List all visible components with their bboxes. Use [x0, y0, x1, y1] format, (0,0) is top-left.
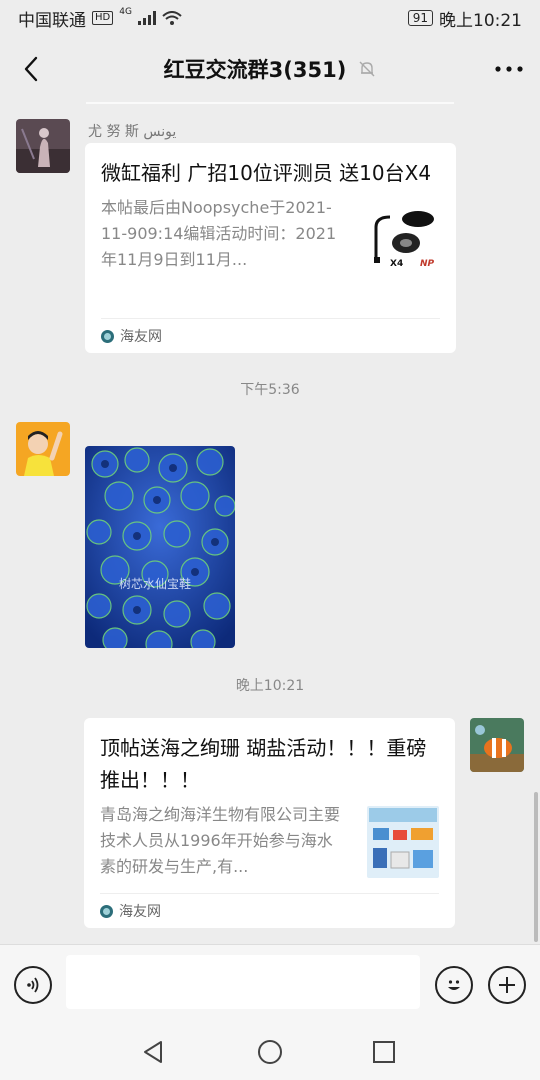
source-name: 海友网: [119, 904, 161, 920]
status-left: 中国联通 HD 4G: [18, 6, 182, 31]
link-card-thumbnail: [367, 806, 439, 878]
source-name: 海友网: [120, 329, 162, 345]
square-recents-icon: [373, 1041, 395, 1063]
message-input[interactable]: [66, 955, 420, 1009]
plus-icon: [499, 977, 515, 993]
chat-title: 红豆交流群3(351): [164, 54, 377, 84]
emoji-button[interactable]: [435, 966, 473, 1004]
system-nav-bar: [0, 1024, 540, 1080]
more-functions-button[interactable]: [488, 966, 526, 1004]
avatar-image: [16, 422, 70, 476]
more-button[interactable]: [492, 52, 526, 86]
nav-back-button[interactable]: [138, 1036, 170, 1068]
nav-recents-button[interactable]: [368, 1036, 400, 1068]
image-message[interactable]: 树芯水仙宝鞋: [85, 446, 235, 648]
source-logo-icon: [101, 329, 114, 343]
avatar[interactable]: [470, 718, 524, 772]
source-logo-icon: [100, 904, 113, 918]
timestamp: 下午5:36: [240, 382, 300, 398]
nav-home-button[interactable]: [254, 1036, 286, 1068]
wifi-icon: [162, 11, 182, 25]
chat-header: 红豆交流群3(351): [0, 36, 540, 102]
previous-card-edge: [86, 102, 454, 104]
circle-home-icon: [258, 1040, 282, 1064]
link-card-description: 青岛海之绚海洋生物有限公司主要技术人员从1996年开始参与海水素的研发与生产,有…: [100, 805, 341, 876]
avatar[interactable]: [16, 119, 70, 173]
link-card-title: 微缸福利 广招10位评测员 送10台X4: [101, 161, 432, 185]
scrollbar[interactable]: [534, 792, 538, 942]
input-bar: [0, 944, 540, 1025]
link-card-description: 本帖最后由Noopsyche于2021-11-909:14编辑活动时间：2021…: [101, 198, 337, 269]
avatar[interactable]: [16, 422, 70, 476]
voice-icon: [27, 977, 39, 993]
status-right: 91 晚上10:21: [407, 6, 522, 31]
chat-title-text: 红豆交流群3(351): [163, 58, 347, 82]
more-dots-icon: [495, 66, 523, 72]
battery-icon: 91: [407, 10, 433, 26]
image-caption: 树芯水仙宝鞋: [119, 576, 191, 591]
chat-area[interactable]: 尤 努 斯 يونس 微缸福利 广招10位评测员 送10台X4 本帖最后由Noo…: [0, 102, 540, 944]
mute-bell-icon: [359, 61, 375, 77]
network-type: 4G: [119, 7, 132, 17]
sender-name: 尤 努 斯 يونس: [88, 124, 177, 140]
hd-badge: HD: [92, 11, 114, 25]
emoji-icon: [448, 980, 460, 990]
carrier-label: 中国联通: [18, 10, 86, 31]
link-card-source: 海友网: [100, 893, 439, 928]
avatar-image: [16, 119, 70, 173]
chevron-left-icon: [24, 56, 38, 82]
status-bar: 中国联通 HD 4G 91 晚上10:21: [0, 0, 540, 36]
thumb-brand-label: NP: [420, 259, 435, 269]
link-card-title: 顶帖送海之绚珊 瑚盐活动！！！重磅推出！！！: [100, 736, 427, 792]
link-card-source: 海友网: [101, 318, 440, 353]
link-card[interactable]: 顶帖送海之绚珊 瑚盐活动！！！重磅推出！！！ 青岛海之绚海洋生物有限公司主要技术…: [84, 718, 455, 928]
back-button[interactable]: [14, 52, 48, 86]
avatar-image: [470, 718, 524, 772]
voice-button[interactable]: [14, 966, 52, 1004]
link-card[interactable]: 微缸福利 广招10位评测员 送10台X4 本帖最后由Noopsyche于2021…: [85, 143, 456, 353]
timestamp: 晚上10:21: [235, 678, 305, 694]
signal-icon: [137, 11, 156, 25]
link-card-thumbnail: X4 NP: [368, 199, 440, 271]
thumb-product-label: X4: [390, 259, 403, 269]
clock: 晚上10:21: [439, 10, 522, 31]
triangle-back-icon: [144, 1041, 162, 1063]
